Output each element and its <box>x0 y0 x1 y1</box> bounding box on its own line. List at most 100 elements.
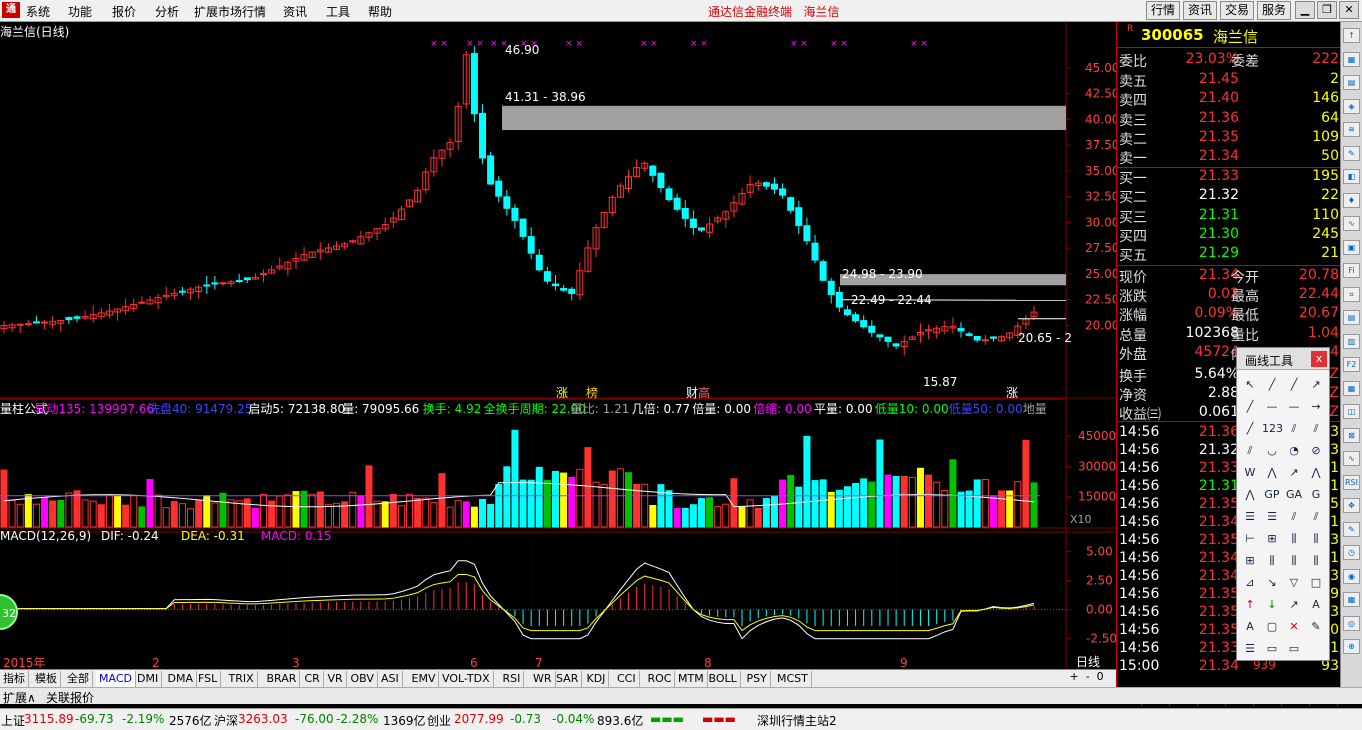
indicator-tab[interactable]: RSI <box>500 671 525 687</box>
draw-tool-icon[interactable]: ↗ <box>1284 596 1304 614</box>
menu-extended-market[interactable]: 扩展市场行情 <box>194 3 266 20</box>
draw-tool-icon[interactable]: ☰ <box>1240 508 1260 526</box>
tab-scroll-controls[interactable]: + - 0 <box>1066 670 1116 687</box>
draw-tool-icon[interactable]: ▭ <box>1262 640 1282 658</box>
ask-row[interactable]: 卖三 21.36 64 <box>1117 110 1341 129</box>
draw-tool-icon[interactable]: ⫼ <box>1306 530 1326 548</box>
draw-tool-icon[interactable]: ↓ <box>1262 596 1282 614</box>
draw-tool-icon[interactable]: ╱ <box>1240 398 1260 416</box>
draw-tool-icon[interactable]: ↘ <box>1262 574 1282 592</box>
hs-name[interactable]: 沪深 <box>214 712 238 729</box>
sidebar-tool-icon[interactable]: ✎ <box>1343 521 1360 537</box>
sidebar-tool-icon[interactable]: ▤ <box>1343 75 1360 90</box>
sidebar-tool-icon[interactable]: ✥ <box>1343 498 1360 513</box>
sidebar-tool-icon[interactable]: ◷ <box>1343 545 1360 560</box>
indicator-tab[interactable]: BRAR <box>264 671 301 687</box>
draw-tool-icon[interactable]: ⋀ <box>1240 486 1260 504</box>
stat-row[interactable]: 总量 102368 量比 1.04 <box>1117 325 1341 344</box>
indicator-tab[interactable]: KDJ <box>584 671 610 687</box>
sidebar-tool-icon[interactable]: ∿ <box>1343 451 1360 466</box>
minimize-icon[interactable]: ▁ <box>1295 1 1315 19</box>
ask-row[interactable]: 卖五 21.45 2 <box>1117 71 1341 90</box>
stat-row[interactable]: 现价 21.34 今开 20.78 <box>1117 267 1341 286</box>
draw-tool-icon[interactable]: ↗ <box>1284 464 1304 482</box>
bid-row[interactable]: 买三 21.31 110 <box>1117 207 1341 226</box>
indicator-tab[interactable]: DMI <box>134 671 163 687</box>
draw-tool-icon[interactable]: ☰ <box>1262 508 1282 526</box>
sidebar-tool-icon[interactable]: ◈ <box>1343 98 1360 114</box>
draw-tool-icon[interactable]: ⋀ <box>1306 464 1326 482</box>
indicator-tab[interactable]: BOLL <box>706 671 741 687</box>
stat-row[interactable]: 涨幅 0.09% 最低 20.67 <box>1117 305 1341 324</box>
related-quote-button[interactable]: 关联报价 <box>46 689 94 706</box>
indicator-tab[interactable]: VR <box>325 671 347 687</box>
tab-news-button[interactable]: 资讯 <box>1183 1 1217 20</box>
draw-tool-icon[interactable]: A <box>1240 618 1260 636</box>
draw-tool-icon[interactable]: ⫼ <box>1284 530 1304 548</box>
sidebar-tool-icon[interactable]: RSI <box>1343 474 1360 490</box>
draw-tool-icon[interactable]: → <box>1306 398 1326 416</box>
indicator-tab[interactable]: MCST <box>774 671 812 687</box>
sidebar-tool-icon[interactable]: ▦ <box>1343 380 1360 396</box>
indicator-tab[interactable]: TRIX <box>226 671 258 687</box>
bid-row[interactable]: 买二 21.32 22 <box>1117 187 1341 206</box>
draw-tool-icon[interactable]: ↖ <box>1240 376 1260 394</box>
sidebar-tool-icon[interactable]: F2 <box>1343 357 1360 372</box>
draw-tool-icon[interactable]: GA <box>1284 486 1304 504</box>
draw-tool-icon[interactable]: ⫽ <box>1306 508 1326 526</box>
draw-tool-icon[interactable]: GP <box>1262 486 1282 504</box>
draw-tool-icon[interactable]: ☰ <box>1240 640 1260 658</box>
draw-tool-icon[interactable]: ✎ <box>1306 618 1326 636</box>
draw-tool-icon[interactable]: ↑ <box>1240 596 1260 614</box>
sidebar-tool-icon[interactable]: ∿ <box>1343 216 1360 231</box>
menu-function[interactable]: 功能 <box>68 3 92 20</box>
draw-tool-icon[interactable]: ✕ <box>1284 618 1304 636</box>
tab-trade-button[interactable]: 交易 <box>1220 1 1254 20</box>
cy-name[interactable]: 创业 <box>427 712 451 729</box>
draw-tool-icon[interactable]: ↗ <box>1306 376 1326 394</box>
draw-tool-icon[interactable]: ▭ <box>1284 640 1304 658</box>
draw-tool-icon[interactable]: ◔ <box>1284 442 1304 460</box>
draw-tool-icon[interactable]: ╱ <box>1284 376 1304 394</box>
sidebar-tool-icon[interactable]: ▤ <box>1343 310 1360 325</box>
draw-tool-icon[interactable]: ⋀ <box>1262 464 1282 482</box>
draw-tool-icon[interactable]: ⊿ <box>1240 574 1260 592</box>
draw-tool-icon[interactable]: ⫽ <box>1284 420 1304 438</box>
sidebar-tool-icon[interactable]: ▥ <box>1343 333 1360 349</box>
period-badge[interactable]: 32 <box>0 594 18 630</box>
close-icon[interactable]: ✕ <box>1339 1 1359 19</box>
draw-tool-icon[interactable]: — <box>1262 398 1282 416</box>
tab-service-button[interactable]: 服务 <box>1257 1 1291 20</box>
draw-tool-icon[interactable]: ⫼ <box>1262 552 1282 570</box>
draw-tool-icon[interactable]: ▢ <box>1262 618 1282 636</box>
sidebar-tool-icon[interactable]: ⊕ <box>1343 639 1360 654</box>
ask-row[interactable]: 卖一 21.34 50 <box>1117 148 1341 167</box>
draw-tool-icon[interactable]: ⊢ <box>1240 530 1260 548</box>
tab-quote-button[interactable]: 行情 <box>1146 1 1180 20</box>
indicator-tab[interactable]: CR <box>302 671 324 687</box>
indicator-tab[interactable]: PSY <box>744 671 771 687</box>
bid-row[interactable]: 买五 21.29 21 <box>1117 245 1341 264</box>
indicator-tab[interactable]: ROC <box>645 671 676 687</box>
indicator-tab[interactable]: MTM <box>675 671 708 687</box>
draw-tool-icon[interactable]: ⫽ <box>1284 508 1304 526</box>
draw-tool-icon[interactable]: G <box>1306 486 1326 504</box>
menu-quote[interactable]: 报价 <box>112 3 136 20</box>
draw-tool-icon[interactable]: — <box>1284 398 1304 416</box>
menu-tools[interactable]: 工具 <box>326 3 350 20</box>
sidebar-tool-icon[interactable]: ≋ <box>1343 122 1360 137</box>
sidebar-tool-icon[interactable]: ◎ <box>1343 615 1360 631</box>
sidebar-tool-icon[interactable]: ▣ <box>1343 239 1360 255</box>
bid-row[interactable]: 买四 21.30 245 <box>1117 226 1341 245</box>
sidebar-tool-icon[interactable]: ↑ <box>1343 28 1360 43</box>
kline-chart[interactable]: × × × × × × × × × × × × × × × × × × × × 海兰信(日线) 4… <box>0 22 1116 669</box>
indicator-tab[interactable]: DMA <box>165 671 197 687</box>
sidebar-tool-icon[interactable]: ▦ <box>1343 51 1360 67</box>
server-name[interactable]: 深圳行情主站2 <box>757 712 837 729</box>
draw-tool-icon[interactable]: ◡ <box>1262 442 1282 460</box>
menu-system[interactable]: 系统 <box>26 3 50 20</box>
indicator-tab[interactable]: 指标 <box>0 671 29 687</box>
draw-tool-icon[interactable]: ⫽ <box>1306 420 1326 438</box>
stat-row[interactable]: 涨跌 0.02 最高 22.44 <box>1117 286 1341 305</box>
draw-tool-icon[interactable]: W <box>1240 464 1260 482</box>
